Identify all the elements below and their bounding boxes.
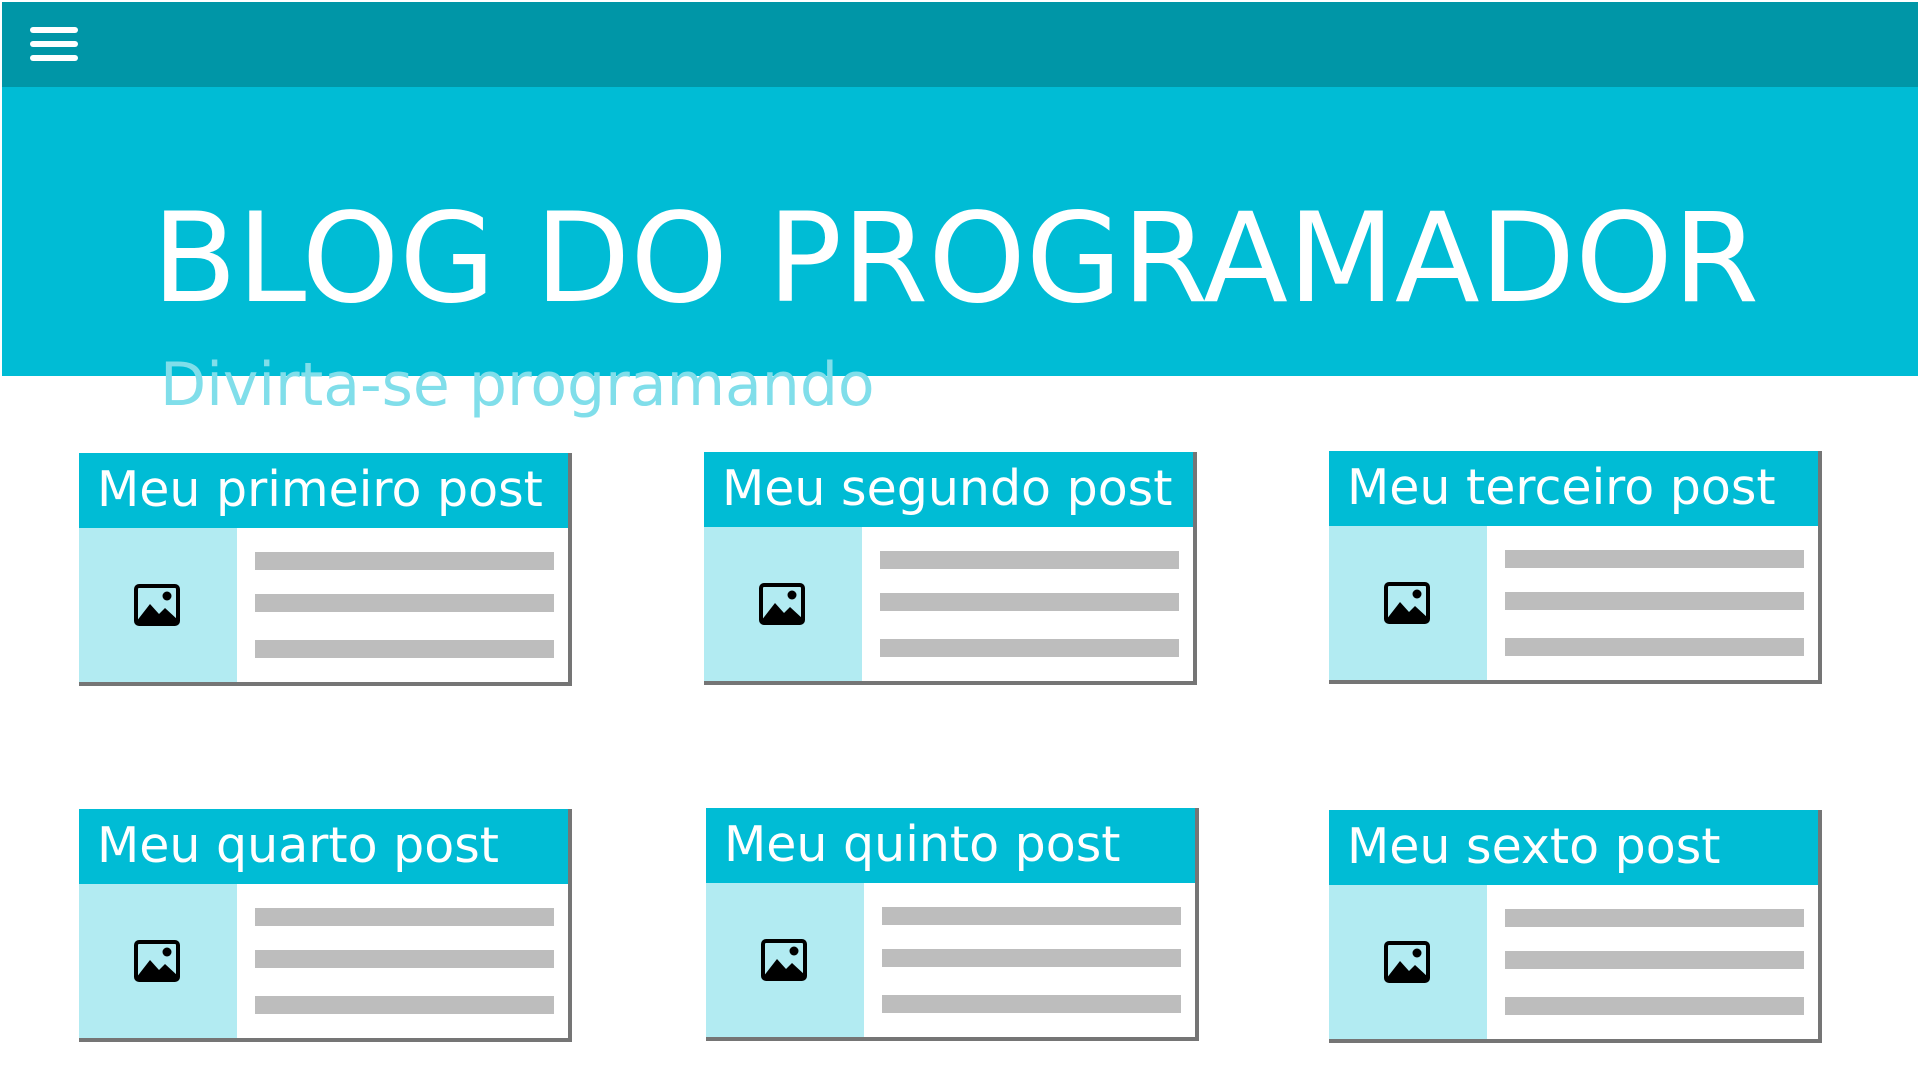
post-card[interactable]: Meu sexto post (1329, 810, 1822, 1043)
excerpt-placeholder-line (1505, 550, 1804, 568)
image-icon (761, 939, 807, 981)
excerpt-placeholder-line (880, 593, 1179, 611)
excerpt-placeholder-line (882, 995, 1181, 1013)
excerpt-placeholder-line (1505, 909, 1804, 927)
post-card-header: Meu terceiro post (1329, 451, 1818, 526)
post-card[interactable]: Meu quinto post (706, 808, 1199, 1041)
post-title[interactable]: Meu quinto post (724, 818, 1120, 872)
post-title[interactable]: Meu primeiro post (97, 463, 543, 517)
post-thumbnail[interactable] (706, 883, 864, 1037)
post-thumbnail[interactable] (1329, 526, 1487, 680)
excerpt-placeholder-line (1505, 951, 1804, 969)
post-card[interactable]: Meu primeiro post (79, 453, 572, 686)
excerpt-placeholder-line (255, 594, 554, 612)
post-card-header: Meu segundo post (704, 452, 1193, 527)
hero-banner: BLOG DO PROGRAMADOR Divirta-se programan… (2, 87, 1918, 415)
post-thumbnail[interactable] (79, 528, 237, 682)
excerpt-placeholder-line (255, 908, 554, 926)
image-icon (1384, 941, 1430, 983)
post-card-header: Meu quinto post (706, 808, 1195, 883)
post-title[interactable]: Meu terceiro post (1347, 461, 1776, 515)
post-card-header: Meu quarto post (79, 809, 568, 884)
post-thumbnail[interactable] (704, 527, 862, 681)
post-thumbnail[interactable] (79, 884, 237, 1038)
excerpt-placeholder-line (882, 907, 1181, 925)
excerpt-placeholder-line (255, 640, 554, 658)
excerpt-placeholder-line (255, 950, 554, 968)
image-icon (134, 940, 180, 982)
page-title: BLOG DO PROGRAMADOR (152, 187, 1759, 331)
excerpt-placeholder-line (255, 996, 554, 1014)
excerpt-placeholder-line (255, 552, 554, 570)
page-subtitle: Divirta-se programando (160, 350, 875, 420)
excerpt-placeholder-line (882, 949, 1181, 967)
post-title[interactable]: Meu sexto post (1347, 820, 1720, 874)
excerpt-placeholder-line (1505, 997, 1804, 1015)
post-title[interactable]: Meu quarto post (97, 819, 499, 873)
image-icon (759, 583, 805, 625)
post-thumbnail[interactable] (1329, 885, 1487, 1039)
post-card[interactable]: Meu terceiro post (1329, 451, 1822, 684)
hamburger-menu-icon[interactable] (26, 24, 80, 66)
post-title[interactable]: Meu segundo post (722, 462, 1172, 516)
image-icon (134, 584, 180, 626)
image-icon (1384, 582, 1430, 624)
top-bar (2, 2, 1918, 87)
post-card-header: Meu primeiro post (79, 453, 568, 528)
excerpt-placeholder-line (880, 551, 1179, 569)
post-card[interactable]: Meu segundo post (704, 452, 1197, 685)
excerpt-placeholder-line (880, 639, 1179, 657)
excerpt-placeholder-line (1505, 638, 1804, 656)
post-card-header: Meu sexto post (1329, 810, 1818, 885)
post-card[interactable]: Meu quarto post (79, 809, 572, 1042)
excerpt-placeholder-line (1505, 592, 1804, 610)
